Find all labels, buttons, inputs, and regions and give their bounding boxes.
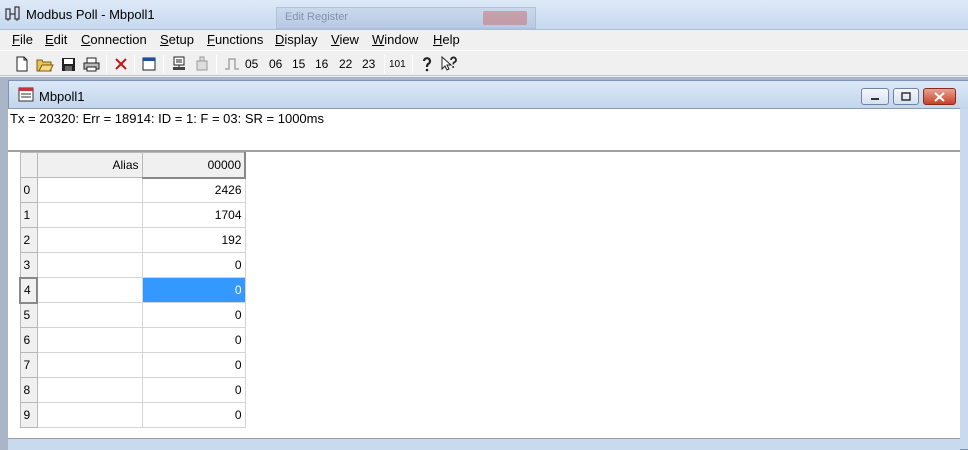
- table-row: 7 0: [19, 352, 246, 378]
- row-header[interactable]: 0: [19, 177, 38, 203]
- menu-help[interactable]: Help: [433, 32, 460, 47]
- toolbar: 05 06 15 16 22 23 101: [0, 50, 968, 76]
- context-help-icon[interactable]: [440, 54, 460, 74]
- menu-edit[interactable]: Edit: [45, 32, 67, 47]
- toolbar-separator: [106, 55, 107, 73]
- value-cell[interactable]: 0: [141, 352, 246, 378]
- function-05-button[interactable]: 05: [245, 54, 258, 74]
- close-icon: [934, 91, 945, 102]
- table-row: 3 0: [19, 252, 246, 278]
- row-header[interactable]: 6: [19, 327, 38, 353]
- alias-cell[interactable]: [36, 377, 143, 403]
- window-icon[interactable]: [139, 54, 159, 74]
- table-row: 0 2426: [19, 177, 246, 203]
- background-close-icon: [483, 11, 527, 25]
- value-cell[interactable]: 0: [141, 377, 246, 403]
- table-row-selected: 4 0: [19, 276, 246, 304]
- communication-traffic-button[interactable]: 101: [389, 54, 406, 74]
- alias-column-header[interactable]: Alias: [36, 152, 143, 178]
- value-cell[interactable]: 0: [141, 402, 246, 428]
- alias-cell[interactable]: [36, 277, 143, 303]
- row-header[interactable]: 3: [19, 252, 38, 278]
- menu-file[interactable]: File: [12, 32, 33, 47]
- menu-display[interactable]: Display: [275, 32, 318, 47]
- print-icon[interactable]: [81, 54, 101, 74]
- table-row: 8 0: [19, 377, 246, 403]
- row-header[interactable]: 8: [19, 377, 38, 403]
- table-row: 6 0: [19, 327, 246, 353]
- table-row: 2 192: [19, 227, 246, 253]
- function-16-button[interactable]: 16: [315, 54, 328, 74]
- value-cell[interactable]: 2426: [141, 177, 246, 203]
- minimize-button[interactable]: [861, 88, 889, 105]
- grid-bottom-border: [8, 438, 960, 450]
- save-icon[interactable]: [58, 54, 78, 74]
- pulse-icon[interactable]: [222, 54, 242, 74]
- minimize-icon: [871, 97, 879, 100]
- alias-cell[interactable]: [36, 227, 143, 253]
- poll-status-area: Tx = 20320: Err = 18914: ID = 1: F = 03:…: [8, 108, 960, 150]
- alias-cell[interactable]: [36, 202, 143, 228]
- child-title-bar[interactable]: Mbpoll1: [9, 81, 968, 109]
- menu-window[interactable]: Window: [372, 32, 418, 47]
- address-column-header[interactable]: 00000: [141, 152, 246, 179]
- disconnect-icon[interactable]: [192, 54, 212, 74]
- app-title: Modbus Poll - Mbpoll1: [26, 7, 155, 22]
- table-row: 5 0: [19, 302, 246, 328]
- connect-icon[interactable]: [169, 54, 189, 74]
- new-icon[interactable]: [12, 54, 32, 74]
- alias-cell[interactable]: [36, 402, 143, 428]
- register-table: Alias 00000 0 2426 1 1704 2 192 3 0 4 0: [19, 152, 246, 428]
- toolbar-separator: [163, 55, 164, 73]
- function-06-button[interactable]: 06: [269, 54, 282, 74]
- menu-functions[interactable]: Functions: [207, 32, 263, 47]
- app-title-bar[interactable]: Modbus Poll - Mbpoll1 Edit Register: [0, 0, 968, 30]
- menu-view[interactable]: View: [331, 32, 359, 47]
- restore-button[interactable]: [893, 88, 919, 105]
- value-cell[interactable]: 0: [141, 327, 246, 353]
- corner-cell[interactable]: [19, 152, 38, 178]
- restore-icon: [901, 92, 911, 101]
- value-cell-selected[interactable]: 0: [141, 277, 246, 303]
- help-icon[interactable]: [417, 54, 437, 74]
- close-button[interactable]: [923, 88, 956, 105]
- alias-cell[interactable]: [36, 352, 143, 378]
- toolbar-separator: [384, 55, 385, 73]
- menu-bar: File Edit Connection Setup Functions Dis…: [0, 30, 968, 50]
- background-dialog-label: Edit Register: [285, 11, 348, 23]
- alias-cell[interactable]: [36, 302, 143, 328]
- menu-connection[interactable]: Connection: [81, 32, 147, 47]
- alias-cell[interactable]: [36, 177, 143, 203]
- delete-icon[interactable]: [111, 54, 131, 74]
- toolbar-separator: [216, 55, 217, 73]
- value-cell[interactable]: 192: [141, 227, 246, 253]
- row-header[interactable]: 4: [19, 276, 38, 304]
- function-22-button[interactable]: 22: [339, 54, 352, 74]
- value-cell[interactable]: 1704: [141, 202, 246, 228]
- table-header-row: Alias 00000: [19, 152, 246, 179]
- row-header[interactable]: 1: [19, 202, 38, 228]
- document-icon: [18, 87, 34, 102]
- alias-cell[interactable]: [36, 252, 143, 278]
- toolbar-separator: [412, 55, 413, 73]
- function-15-button[interactable]: 15: [292, 54, 305, 74]
- value-cell[interactable]: 0: [141, 302, 246, 328]
- row-header[interactable]: 5: [19, 302, 38, 328]
- row-header[interactable]: 7: [19, 352, 38, 378]
- modbus-app-icon: [5, 6, 20, 21]
- function-23-button[interactable]: 23: [362, 54, 375, 74]
- value-cell[interactable]: 0: [141, 252, 246, 278]
- row-header[interactable]: 2: [19, 227, 38, 253]
- background-dialog-title: Edit Register: [276, 7, 536, 29]
- open-icon[interactable]: [35, 54, 55, 74]
- row-header[interactable]: 9: [19, 402, 38, 428]
- table-row: 1 1704: [19, 202, 246, 228]
- table-row: 9 0: [19, 402, 246, 428]
- poll-status-text: Tx = 20320: Err = 18914: ID = 1: F = 03:…: [10, 111, 324, 126]
- alias-cell[interactable]: [36, 327, 143, 353]
- child-title: Mbpoll1: [39, 89, 85, 104]
- toolbar-separator: [134, 55, 135, 73]
- menu-setup[interactable]: Setup: [160, 32, 194, 47]
